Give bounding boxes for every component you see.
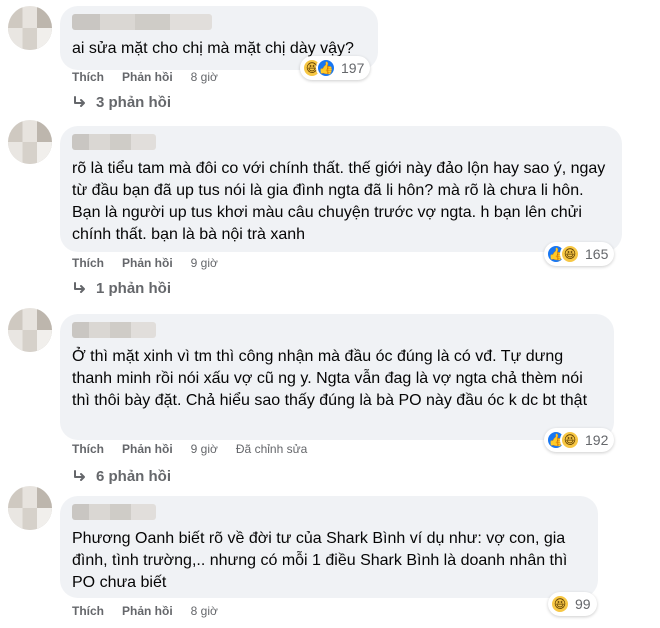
comment-bubble: Phương Oanh biết rõ về đời tư của Shark …: [60, 496, 598, 598]
comment-text: Phương Oanh biết rõ về đời tư của Shark …: [72, 530, 568, 591]
view-replies-link[interactable]: 1 phản hồi: [72, 280, 171, 297]
reply-arrow-icon: [74, 469, 85, 481]
comment-bubble: rõ là tiểu tam mà đôi co với chính thất.…: [60, 126, 622, 252]
reaction-summary[interactable]: 😆 99: [548, 592, 597, 616]
avatar[interactable]: [8, 486, 52, 530]
comment-bubble: Ở thì mặt xinh vì tm thì công nhận mà đầ…: [60, 314, 614, 440]
haha-icon: 😆: [560, 244, 580, 264]
avatar[interactable]: [8, 6, 52, 50]
comment-text: Ở thì mặt xinh vì tm thì công nhận mà đầ…: [72, 348, 588, 409]
comment-time[interactable]: 8 giờ: [191, 70, 218, 84]
like-button[interactable]: Thích: [72, 442, 104, 456]
comment-actions: Thích Phản hồi 9 giờ Đã chỉnh sửa: [72, 442, 307, 456]
comment-time[interactable]: 9 giờ: [191, 256, 218, 270]
avatar[interactable]: [8, 120, 52, 164]
comment-time[interactable]: 9 giờ: [191, 442, 218, 456]
reaction-summary[interactable]: 👍 😆 192: [544, 428, 615, 452]
reply-arrow-icon: [74, 95, 85, 107]
haha-icon: 😆: [560, 430, 580, 450]
comment-actions: Thích Phản hồi 9 giờ: [72, 256, 218, 270]
reaction-count: 99: [575, 596, 591, 612]
reply-arrow-icon: [74, 281, 85, 293]
like-button[interactable]: Thích: [72, 604, 104, 618]
reply-button[interactable]: Phản hồi: [122, 70, 173, 84]
haha-icon: 😆: [550, 594, 570, 614]
author-name-blurred[interactable]: [72, 504, 156, 520]
author-name-blurred[interactable]: [72, 14, 212, 30]
replies-count-label: 1 phản hồi: [96, 280, 171, 297]
reaction-summary[interactable]: 👍 😆 165: [544, 242, 615, 266]
reaction-summary[interactable]: 😆 👍 197: [300, 56, 371, 80]
comment-actions: Thích Phản hồi 8 giờ: [72, 604, 218, 618]
author-name-blurred[interactable]: [72, 322, 156, 338]
like-button[interactable]: Thích: [72, 256, 104, 270]
like-button[interactable]: Thích: [72, 70, 104, 84]
reaction-count: 197: [341, 60, 365, 76]
reaction-count: 192: [585, 432, 609, 448]
reaction-count: 165: [585, 246, 609, 262]
view-replies-link[interactable]: 3 phản hồi: [72, 94, 171, 111]
replies-count-label: 6 phản hồi: [96, 468, 171, 485]
comment-text: rõ là tiểu tam mà đôi co với chính thất.…: [72, 160, 606, 243]
author-name-blurred[interactable]: [72, 134, 156, 150]
reply-button[interactable]: Phản hồi: [122, 442, 173, 456]
like-icon: 👍: [316, 58, 336, 78]
comment-time[interactable]: 8 giờ: [191, 604, 218, 618]
comment-actions: Thích Phản hồi 8 giờ: [72, 70, 218, 84]
avatar[interactable]: [8, 308, 52, 352]
reply-button[interactable]: Phản hồi: [122, 256, 173, 270]
view-replies-link[interactable]: 6 phản hồi: [72, 468, 171, 485]
edited-indicator[interactable]: Đã chỉnh sửa: [236, 442, 307, 456]
replies-count-label: 3 phản hồi: [96, 94, 171, 111]
reply-button[interactable]: Phản hồi: [122, 604, 173, 618]
